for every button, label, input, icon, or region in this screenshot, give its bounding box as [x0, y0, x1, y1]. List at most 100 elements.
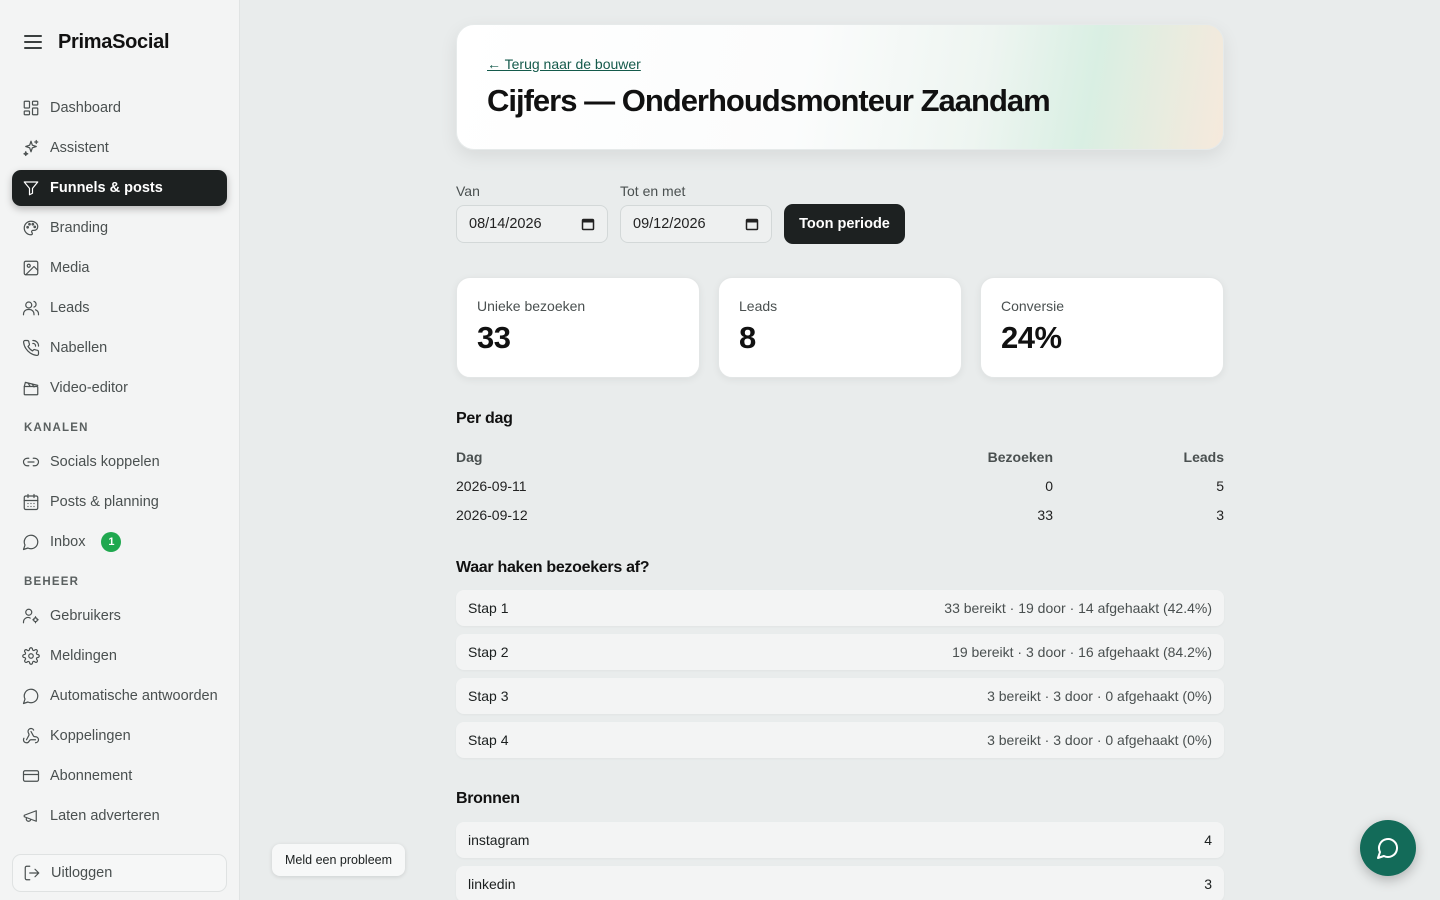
date-from-label: Van	[456, 183, 480, 199]
sidebar-item-label: Leads	[50, 300, 90, 316]
calendar-icon[interactable]	[581, 217, 595, 231]
step-label: Stap 1	[468, 600, 509, 616]
column-header-leads: Leads	[1183, 448, 1224, 465]
date-from-input[interactable]: 08/14/2026	[456, 205, 608, 243]
calendar-icon	[23, 493, 39, 511]
sidebar-item-dashboard[interactable]: Dashboard	[12, 90, 227, 126]
sidebar-item-nabellen[interactable]: Nabellen	[12, 330, 227, 366]
sidebar-item-gebruikers[interactable]: Gebruikers	[12, 598, 227, 634]
stat-value: 24%	[1001, 320, 1062, 355]
source-value: 3	[1204, 876, 1212, 892]
phone-icon	[22, 339, 40, 357]
calendar-icon[interactable]	[745, 217, 759, 231]
dashboard-icon	[23, 100, 39, 116]
sidebar-item-media[interactable]: Media	[12, 250, 227, 286]
menu-icon[interactable]	[24, 35, 42, 49]
gear-icon	[22, 647, 40, 665]
stat-label: Unieke bezoeken	[477, 298, 586, 314]
user-cog-icon	[22, 608, 39, 624]
sidebar-item-label: Media	[50, 260, 90, 276]
app-name: PrimaSocial	[58, 30, 170, 53]
chat-button[interactable]	[1360, 820, 1416, 876]
step-detail: 3 bereikt · 3 door · 0 afgehaakt (0%)	[987, 688, 1212, 704]
sources-heading: Bronnen	[456, 790, 520, 807]
per-day-heading: Per dag	[456, 410, 513, 427]
sidebar-item-label: Koppelingen	[50, 728, 131, 744]
chat-icon	[1377, 838, 1398, 859]
sparkles-icon	[23, 139, 39, 157]
sidebar-item-funnels-posts[interactable]: Funnels & posts	[12, 170, 227, 206]
credit-card-icon	[22, 770, 40, 782]
date-from-value: 08/14/2026	[469, 216, 542, 232]
table-row: 2026-09-11 0 5	[456, 471, 1224, 500]
dropoff-step: Stap 2 19 bereikt · 3 door · 16 afgehaak…	[456, 634, 1224, 670]
source-label: instagram	[468, 832, 530, 848]
section-label-kanalen: KANALEN	[24, 422, 89, 434]
date-to-group: Tot en met 09/12/2026	[620, 183, 772, 243]
sidebar-item-label: Socials koppelen	[50, 454, 160, 470]
sidebar-item-automatische-antwoorden[interactable]: Automatische antwoorden	[12, 678, 227, 714]
step-label: Stap 3	[468, 688, 509, 704]
sidebar-item-label: Meldingen	[50, 648, 117, 664]
sidebar-item-label: Funnels & posts	[50, 180, 163, 196]
source-label: linkedin	[468, 876, 516, 892]
sidebar-item-meldingen[interactable]: Meldingen	[12, 638, 227, 674]
dropoff-heading: Waar haken bezoekers af?	[456, 559, 650, 576]
stat-value: 8	[739, 320, 756, 355]
sidebar-item-koppelingen[interactable]: Koppelingen	[12, 718, 227, 754]
sidebar-nav: Dashboard Assistent Funnels & posts Bran…	[12, 90, 227, 838]
step-detail: 33 bereikt · 19 door · 14 afgehaakt (42.…	[944, 600, 1212, 616]
date-to-input[interactable]: 09/12/2026	[620, 205, 772, 243]
table-cell-visits: 33	[1037, 506, 1053, 523]
back-link[interactable]: ← Terug naar de bouwer	[487, 56, 641, 72]
sidebar-item-label: Abonnement	[50, 768, 133, 784]
funnel-icon	[23, 181, 39, 196]
stat-label: Conversie	[1001, 298, 1065, 314]
logout-button[interactable]: Uitloggen	[12, 854, 227, 892]
sidebar-item-label: Dashboard	[50, 100, 121, 116]
source-row: linkedin 3	[456, 866, 1224, 900]
sidebar-item-video-editor[interactable]: Video-editor	[12, 370, 227, 406]
sidebar-item-label: Branding	[50, 220, 109, 236]
report-problem-button[interactable]: Meld een probleem	[272, 844, 406, 876]
stat-value: 33	[477, 320, 511, 355]
sidebar-item-label: Automatische antwoorden	[50, 688, 218, 704]
column-header-dag: Dag	[456, 448, 483, 465]
sidebar-item-branding[interactable]: Branding	[12, 210, 227, 246]
dropoff-step: Stap 4 3 bereikt · 3 door · 0 afgehaakt …	[456, 722, 1224, 758]
link-icon	[22, 457, 40, 467]
webhook-icon	[22, 727, 40, 744]
sidebar-item-leads[interactable]: Leads	[12, 290, 227, 326]
sidebar-item-laten-adverteren[interactable]: Laten adverteren	[12, 798, 227, 834]
brand: PrimaSocial	[24, 30, 170, 54]
sidebar-item-posts-planning[interactable]: Posts & planning	[12, 484, 227, 520]
table-row: 2026-09-12 33 3	[456, 500, 1224, 529]
sidebar-item-assistent[interactable]: Assistent	[12, 130, 227, 166]
sidebar-item-label: Laten adverteren	[50, 808, 160, 824]
table-header-row: Dag Bezoeken Leads	[456, 442, 1224, 471]
stat-card-unique-visits: Unieke bezoeken 33	[456, 277, 700, 378]
date-to-label: Tot en met	[620, 183, 686, 199]
message-circle-icon	[22, 534, 39, 551]
step-label: Stap 4	[468, 732, 509, 748]
stat-card-leads: Leads 8	[718, 277, 962, 378]
table-cell-leads: 5	[1216, 477, 1224, 494]
megaphone-icon	[23, 810, 37, 822]
image-icon	[23, 260, 39, 276]
logout-label: Uitloggen	[51, 865, 113, 881]
sidebar-item-inbox[interactable]: Inbox 1	[12, 524, 227, 560]
sidebar-item-label: Video-editor	[50, 380, 128, 396]
palette-icon	[23, 220, 39, 236]
table-cell-day: 2026-09-12	[456, 506, 528, 523]
sidebar-item-label: Inbox	[50, 534, 86, 550]
sidebar-item-socials-koppelen[interactable]: Socials koppelen	[12, 444, 227, 480]
table-cell-visits: 0	[1045, 477, 1053, 494]
show-period-button[interactable]: Toon periode	[784, 204, 905, 244]
date-to-value: 09/12/2026	[633, 216, 706, 232]
date-from-group: Van 08/14/2026	[456, 183, 608, 243]
per-day-table: Dag Bezoeken Leads 2026-09-11 0 5 2026-0…	[456, 442, 1224, 529]
sidebar-item-label: Nabellen	[50, 340, 108, 356]
sidebar-item-abonnement[interactable]: Abonnement	[12, 758, 227, 794]
stat-card-conversion: Conversie 24%	[980, 277, 1224, 378]
dropoff-step: Stap 1 33 bereikt · 19 door · 14 afgehaa…	[456, 590, 1224, 626]
